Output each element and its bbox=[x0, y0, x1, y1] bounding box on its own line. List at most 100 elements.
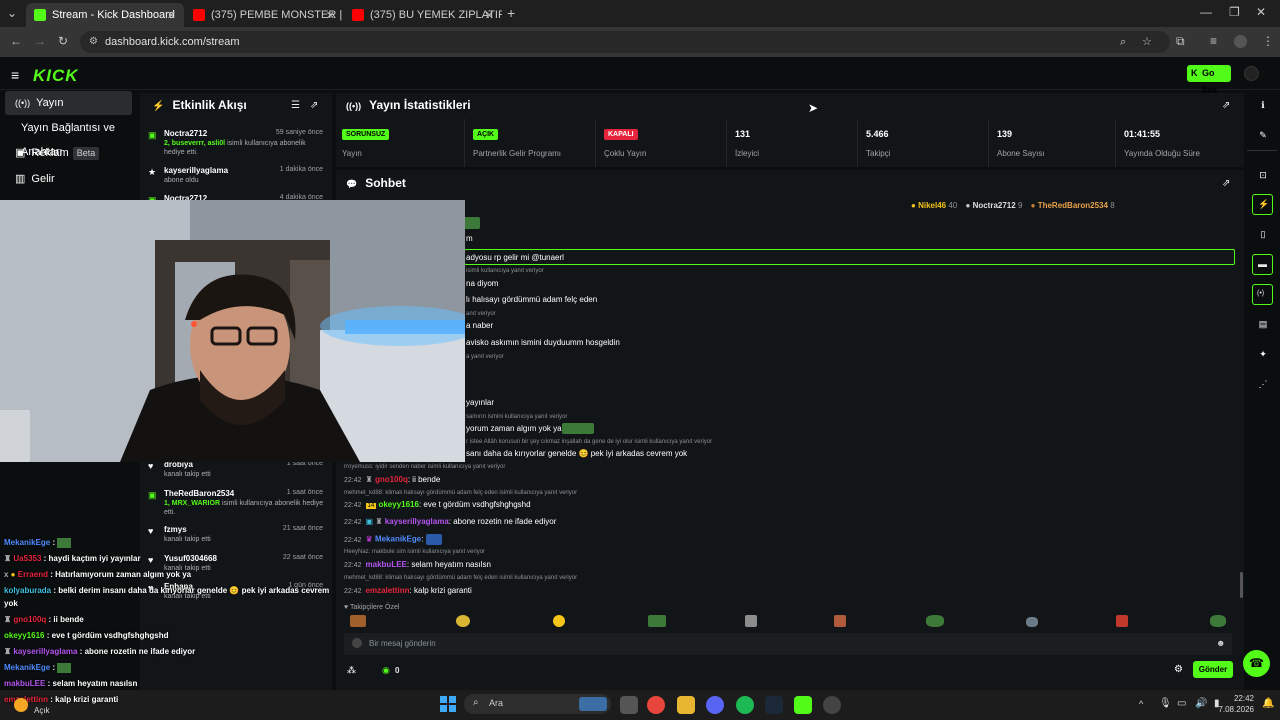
hamburger-menu-icon[interactable]: ≡ bbox=[11, 67, 19, 83]
profile-avatar[interactable] bbox=[1234, 35, 1247, 48]
wrench-icon[interactable]: ✦ bbox=[1254, 349, 1272, 360]
event-user[interactable]: fzmys bbox=[164, 525, 187, 534]
chat-toggle[interactable]: ▬ bbox=[1252, 254, 1273, 275]
overlay-chat-line: x ● Erraend : Hatırlamıyorum zaman algım… bbox=[4, 570, 192, 579]
tab-youtube-2[interactable]: (375) BU YEMEK ZIPLATIR! ELRA ✕ bbox=[344, 3, 502, 27]
discord-icon[interactable] bbox=[706, 696, 724, 714]
chat-username[interactable]: gno100q bbox=[375, 475, 408, 484]
overlay-chat-line: ♜ Ua5353 : haydi kaçtım iyi yayınlar bbox=[4, 554, 141, 563]
event-user[interactable]: Yusuf0304668 bbox=[164, 554, 217, 563]
tab-youtube-1[interactable]: (375) PEMBE MONSTER | Mada ✕ bbox=[185, 3, 343, 27]
chrome-icon[interactable] bbox=[647, 696, 665, 714]
tray-chevron-icon[interactable]: ^ bbox=[1139, 699, 1143, 709]
sidebar-item-stream-key[interactable]: Yayın Bağlantısı ve Anahtarı bbox=[5, 116, 132, 158]
chat-username[interactable]: MekanikEge bbox=[375, 535, 421, 544]
network-icon[interactable]: ▭ bbox=[1177, 698, 1186, 709]
gifter-name[interactable]: TheRedBaron2534 bbox=[1038, 201, 1108, 210]
send-button[interactable]: Gönder bbox=[1193, 661, 1233, 678]
media-control-icon[interactable]: ≡ bbox=[1210, 34, 1217, 48]
users-icon[interactable]: ⁂ bbox=[347, 665, 356, 676]
sidebar-item-gelir[interactable]: ▥ Gelir bbox=[5, 167, 132, 191]
emote-icon[interactable] bbox=[745, 615, 757, 627]
steam-icon[interactable] bbox=[765, 696, 783, 714]
filter-icon[interactable]: ☰ bbox=[291, 100, 300, 111]
chat-scrollbar[interactable] bbox=[1240, 572, 1243, 598]
emote-icon[interactable] bbox=[553, 615, 565, 627]
chat-username[interactable]: kayserillyaglama bbox=[385, 517, 449, 526]
message-time: 22:42 bbox=[344, 477, 362, 484]
window-close-icon[interactable]: ✕ bbox=[1256, 5, 1266, 19]
message-time: 22:42 bbox=[344, 588, 362, 595]
browser-menu-icon[interactable]: ⋮ bbox=[1262, 34, 1274, 48]
help-chat-icon[interactable]: ☎ bbox=[1243, 650, 1270, 677]
emote-icon[interactable] bbox=[456, 615, 470, 627]
microphone-icon[interactable]: 🎙 bbox=[1159, 698, 1172, 709]
chat-input[interactable]: Bir mesaj gönderin ☻ bbox=[344, 633, 1232, 655]
extensions-icon[interactable]: ⧉ bbox=[1176, 34, 1185, 49]
emote-icon[interactable] bbox=[1026, 617, 1038, 627]
taskbar-search[interactable]: ⌕ Ara bbox=[464, 694, 611, 714]
emote-icon[interactable] bbox=[648, 615, 666, 627]
weather-icon[interactable] bbox=[14, 698, 28, 712]
task-view-icon[interactable] bbox=[620, 696, 638, 714]
popout-icon[interactable]: ⇗ bbox=[1222, 100, 1230, 111]
windows-start-icon[interactable] bbox=[440, 696, 456, 712]
chat-username[interactable]: okeyy1616 bbox=[378, 500, 418, 509]
settings-icon[interactable] bbox=[823, 696, 841, 714]
activity-toggle[interactable]: ⚡ bbox=[1252, 194, 1273, 215]
scan-icon[interactable]: ⊡ bbox=[1254, 170, 1272, 181]
event-desc: kanalı takip etti bbox=[164, 471, 211, 478]
close-tab-icon[interactable]: ✕ bbox=[326, 9, 335, 22]
event-user[interactable]: TheRedBaron2534 bbox=[164, 489, 234, 498]
settings-gear-icon[interactable]: ⚙ bbox=[1174, 664, 1183, 675]
emoji-icon[interactable]: ☻ bbox=[1216, 638, 1225, 648]
sidebar-item-yayin[interactable]: ((•)) Yayın bbox=[5, 91, 132, 115]
reload-icon[interactable]: ↻ bbox=[58, 34, 68, 48]
chat-username[interactable]: emzalettinn bbox=[366, 586, 410, 595]
popout-icon[interactable]: ⇗ bbox=[310, 100, 318, 111]
sub-badge-icon: ▣ bbox=[365, 517, 374, 526]
close-tab-icon[interactable]: ✕ bbox=[485, 9, 494, 22]
maximize-icon[interactable]: ❐ bbox=[1229, 5, 1240, 19]
emote-icon[interactable] bbox=[926, 615, 944, 627]
info-icon[interactable]: ℹ bbox=[1254, 100, 1272, 111]
minimize-icon[interactable]: — bbox=[1200, 5, 1212, 19]
pencil-icon[interactable]: ✎ bbox=[1254, 130, 1272, 141]
address-bar[interactable]: ⚙ dashboard.kick.com/stream ⌕ ☆ bbox=[80, 31, 1170, 53]
clock-date[interactable]: 7.08.2026 bbox=[1214, 705, 1254, 714]
stream-toggle[interactable]: (•) bbox=[1252, 284, 1273, 305]
site-info-icon[interactable]: ⚙ bbox=[89, 31, 98, 53]
document-icon[interactable]: ▯ bbox=[1254, 229, 1272, 240]
emote-icon[interactable] bbox=[1210, 615, 1226, 627]
tab-kick-dashboard[interactable]: Stream - Kick Dashboard ✕ bbox=[26, 3, 184, 27]
file-explorer-icon[interactable] bbox=[677, 696, 695, 714]
bookmark-star-icon[interactable]: ☆ bbox=[1142, 31, 1152, 53]
volume-icon[interactable]: 🔊 bbox=[1195, 698, 1207, 709]
new-tab-icon[interactable]: + bbox=[507, 5, 515, 21]
chat-message-text: kalp krizi garanti bbox=[414, 586, 472, 595]
zoom-icon[interactable]: ⌕ bbox=[1120, 31, 1126, 53]
share-icon[interactable]: ⋰ bbox=[1254, 379, 1272, 390]
notification-bell-icon[interactable]: 🔔 bbox=[1262, 698, 1274, 709]
gifter-name[interactable]: Noctra2712 bbox=[973, 201, 1016, 210]
sidebar-item-reklam[interactable]: ▣ Reklam Beta bbox=[5, 141, 132, 165]
chat-username[interactable]: makbuLEE bbox=[366, 560, 407, 569]
back-icon[interactable]: ← bbox=[10, 34, 22, 48]
popout-icon[interactable]: ⇗ bbox=[1222, 178, 1230, 189]
event-user[interactable]: kayserillyaglama bbox=[164, 166, 228, 175]
emote-icon[interactable] bbox=[350, 615, 366, 627]
event-user[interactable]: Noctra2712 bbox=[164, 129, 207, 138]
moderation-icon[interactable]: ▤ bbox=[1254, 319, 1272, 330]
kick-app-icon[interactable] bbox=[794, 696, 812, 714]
spotify-icon[interactable] bbox=[736, 696, 754, 714]
emote-icon[interactable] bbox=[1116, 615, 1128, 627]
tab-list-icon[interactable]: ⌄ bbox=[7, 6, 17, 20]
close-tab-icon[interactable]: ✕ bbox=[167, 9, 176, 22]
kick-logo[interactable]: KICK bbox=[33, 66, 79, 86]
emote-icon[interactable] bbox=[834, 615, 846, 627]
clock-time[interactable]: 22:42 bbox=[1224, 694, 1254, 703]
go-live-button[interactable]: K Go live bbox=[1187, 65, 1231, 95]
user-avatar[interactable] bbox=[1244, 66, 1259, 81]
gifter-name[interactable]: Nikel46 bbox=[918, 201, 946, 210]
forward-icon[interactable]: → bbox=[34, 34, 46, 48]
